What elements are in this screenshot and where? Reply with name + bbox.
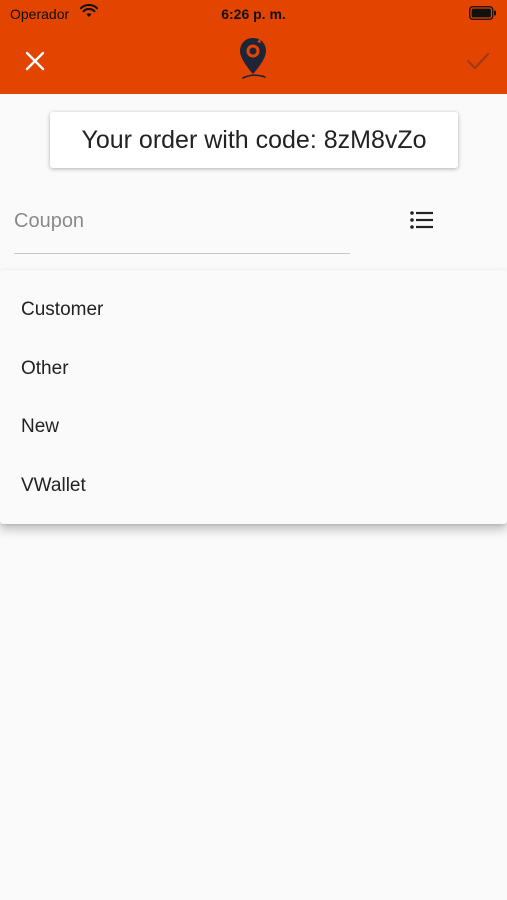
order-code-text: Your order with code: 8zM8vZo [81, 125, 427, 154]
battery-icon [469, 6, 497, 23]
dropdown-item-new[interactable]: New [0, 398, 507, 457]
close-button[interactable] [20, 46, 50, 76]
status-bar: Operador 6:26 p. m. [0, 0, 507, 28]
coupon-type-dropdown: Customer Other New VWallet [0, 270, 507, 524]
clock-time: 6:26 p. m. [221, 6, 286, 22]
order-code-card: Your order with code: 8zM8vZo [50, 112, 458, 168]
dropdown-item-other[interactable]: Other [0, 340, 507, 399]
dropdown-item-vwallet[interactable]: VWallet [0, 457, 507, 516]
close-icon [25, 51, 45, 71]
coupon-input[interactable] [14, 196, 350, 244]
confirm-button[interactable] [463, 46, 493, 76]
dropdown-item-customer[interactable]: Customer [0, 281, 507, 340]
coupon-field [14, 196, 350, 254]
location-pin-logo [237, 36, 269, 82]
list-icon [410, 211, 433, 229]
coupon-list-button[interactable] [406, 204, 438, 236]
check-icon [466, 52, 490, 70]
app-header: Operador 6:26 p. m. [0, 0, 507, 94]
